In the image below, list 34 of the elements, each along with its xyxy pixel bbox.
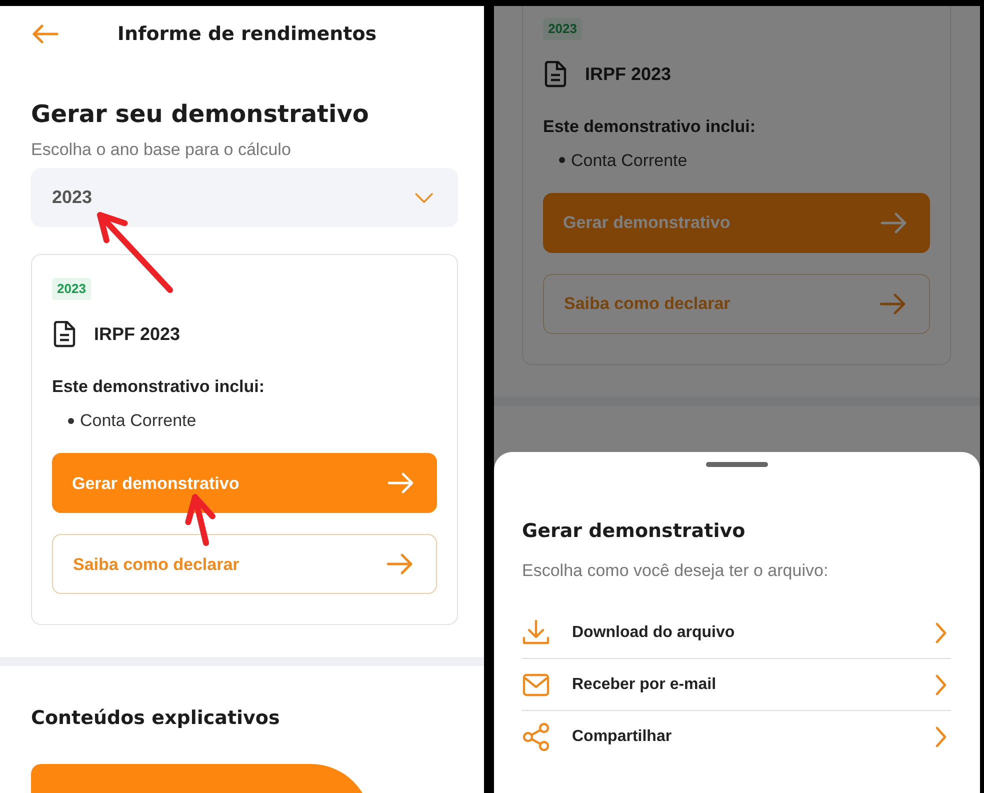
- arrow-right-icon: [387, 472, 415, 494]
- year-badge: 2023: [543, 18, 582, 40]
- screen-title: Informe de rendimentos: [117, 22, 377, 47]
- statement-title: IRPF 2023: [94, 323, 180, 346]
- back-arrow-icon[interactable]: [31, 24, 59, 44]
- includes-label: Este demonstrativo inclui:: [543, 116, 757, 138]
- sheet-option[interactable]: Compartilhar: [522, 711, 951, 763]
- sheet-option[interactable]: Receber por e-mail: [522, 659, 951, 711]
- bullet-icon: [68, 418, 74, 424]
- arrow-right-icon: [879, 293, 907, 315]
- arrow-right-icon: [386, 553, 414, 576]
- chevron-right-icon: [935, 622, 947, 644]
- section-heading: Gerar seu demonstrativo: [31, 100, 370, 129]
- download-icon: [522, 618, 550, 646]
- year-select[interactable]: 2023: [31, 168, 458, 228]
- sheet-handle[interactable]: [706, 462, 768, 467]
- chevron-right-icon: [935, 674, 947, 696]
- sheet-subtitle: Escolha como você deseja ter o arquivo:: [522, 560, 830, 582]
- includes-label: Este demonstrativo inclui:: [52, 376, 266, 398]
- arrow-right-icon: [880, 212, 908, 234]
- section-subtitle: Escolha o ano base para o cálculo: [31, 138, 292, 161]
- chevron-down-icon: [414, 192, 434, 204]
- included-item: Conta Corrente: [80, 410, 196, 432]
- bullet-icon: [559, 157, 565, 164]
- document-icon: [543, 61, 568, 88]
- included-item: Conta Corrente: [571, 150, 688, 172]
- chevron-right-icon: [935, 726, 947, 748]
- section-title: Conteúdos explicativos: [31, 706, 281, 732]
- document-icon: [52, 321, 77, 348]
- share-icon: [522, 723, 550, 751]
- sheet-option[interactable]: Download do arquivo: [522, 607, 951, 659]
- year-badge: 2023: [52, 278, 91, 300]
- sheet-title: Gerar demonstrativo: [522, 519, 746, 544]
- statement-title: IRPF 2023: [585, 63, 672, 86]
